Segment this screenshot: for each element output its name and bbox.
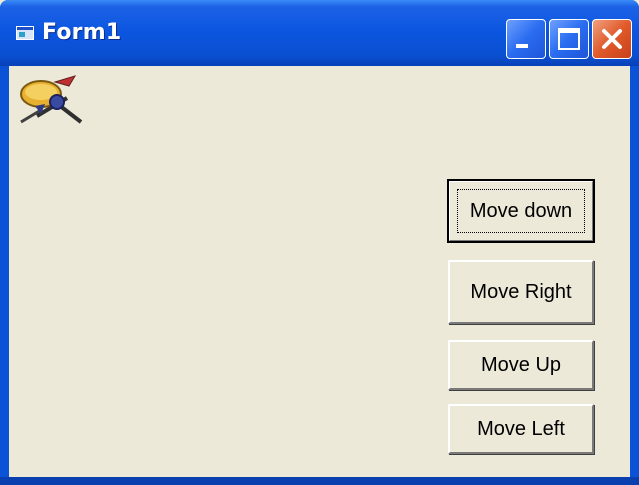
form-window-icon[interactable] [16, 26, 34, 40]
move-down-button[interactable]: Move down [447, 179, 595, 243]
close-button[interactable] [592, 19, 632, 59]
maximize-icon [558, 28, 580, 50]
window-title: Form1 [42, 20, 122, 45]
move-left-button[interactable]: Move Left [448, 404, 594, 454]
move-right-label: Move Right [470, 280, 572, 303]
minimize-icon [516, 44, 528, 48]
move-right-button[interactable]: Move Right [448, 260, 594, 324]
satellite-icon [15, 72, 85, 128]
move-down-label: Move down [469, 199, 573, 222]
form1-window: Form1 Move down Move Right Move Up Move … [0, 0, 639, 485]
form-client-area: Move down Move Right Move Up Move Left [9, 66, 630, 477]
window-bottom-border[interactable] [0, 477, 639, 485]
minimize-button[interactable] [506, 19, 546, 59]
move-up-label: Move Up [480, 353, 562, 376]
move-up-button[interactable]: Move Up [448, 340, 594, 390]
title-bar[interactable]: Form1 [0, 0, 639, 66]
maximize-button[interactable] [549, 19, 589, 59]
move-left-label: Move Left [477, 417, 565, 440]
close-icon [602, 29, 622, 49]
